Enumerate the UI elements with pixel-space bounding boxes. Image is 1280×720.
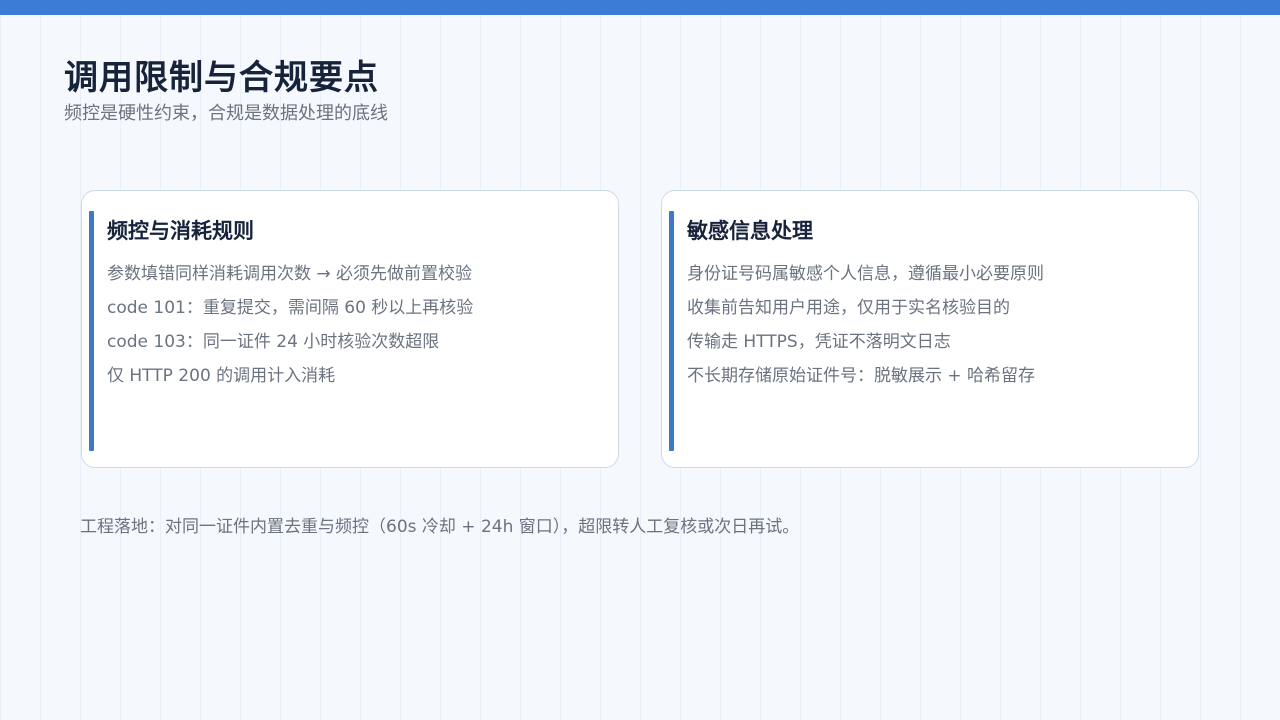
list-item: 参数填错同样消耗调用次数 → 必须先做前置校验 xyxy=(107,264,473,284)
list-item: 仅 HTTP 200 的调用计入消耗 xyxy=(107,366,336,386)
list-item: 收集前告知用户用途，仅用于实名核验目的 xyxy=(687,298,1010,318)
list-item: 身份证号码属敏感个人信息，遵循最小必要原则 xyxy=(687,264,1044,284)
card-sensitive-info: 敏感信息处理 身份证号码属敏感个人信息，遵循最小必要原则 收集前告知用户用途，仅… xyxy=(661,190,1199,468)
top-accent-bar xyxy=(0,0,1280,15)
card-accent-bar xyxy=(89,211,94,451)
card-item-list: 身份证号码属敏感个人信息，遵循最小必要原则 收集前告知用户用途，仅用于实名核验目… xyxy=(687,257,1044,393)
card-rate-limit: 频控与消耗规则 参数填错同样消耗调用次数 → 必须先做前置校验 code 101… xyxy=(81,190,619,468)
list-item: code 103：同一证件 24 小时核验次数超限 xyxy=(107,332,440,352)
footnote: 工程落地：对同一证件内置去重与频控（60s 冷却 + 24h 窗口），超限转人工… xyxy=(80,517,800,537)
page-title: 调用限制与合规要点 xyxy=(64,58,379,98)
page-subtitle: 频控是硬性约束，合规是数据处理的底线 xyxy=(64,103,388,124)
card-item-list: 参数填错同样消耗调用次数 → 必须先做前置校验 code 101：重复提交，需间… xyxy=(107,257,473,393)
list-item: 传输走 HTTPS，凭证不落明文日志 xyxy=(687,332,951,352)
list-item: code 101：重复提交，需间隔 60 秒以上再核验 xyxy=(107,298,474,318)
card-title: 频控与消耗规则 xyxy=(107,219,254,243)
card-title: 敏感信息处理 xyxy=(687,219,813,243)
list-item: 不长期存储原始证件号：脱敏展示 + 哈希留存 xyxy=(687,366,1036,386)
card-accent-bar xyxy=(669,211,674,451)
